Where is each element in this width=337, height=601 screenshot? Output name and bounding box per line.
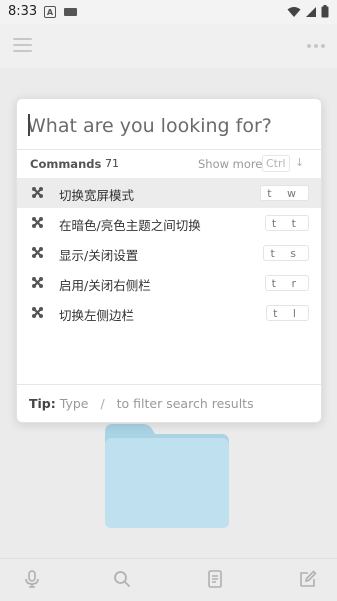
microphone-icon[interactable]: [22, 569, 42, 589]
command-label: 在暗色/亮色主题之间切换: [59, 218, 201, 233]
more-dots-icon[interactable]: [307, 44, 325, 48]
keyboard-icon: [64, 8, 77, 16]
command-label: 启用/关闭右侧栏: [59, 278, 151, 293]
command-shortcut: t r: [264, 275, 309, 291]
command-key-icon: [32, 217, 43, 228]
wifi-icon: [287, 6, 301, 17]
hamburger-icon[interactable]: [13, 38, 32, 52]
tip-after: to filter search results: [116, 396, 254, 411]
command-item[interactable]: 启用/关闭右侧栏 t r: [17, 268, 321, 298]
ctrl-key: Ctrl: [262, 155, 290, 172]
commands-title: Commands: [30, 157, 102, 171]
commands-list: 切换宽屏模式 t w 在暗色/亮色主题之间切换 t t 显示/关闭设置 t s: [17, 178, 321, 328]
command-shortcut: t s: [263, 245, 309, 261]
edit-icon[interactable]: [298, 569, 318, 589]
command-label: 显示/关闭设置: [59, 248, 139, 263]
command-item[interactable]: 显示/关闭设置 t s: [17, 238, 321, 268]
command-label: 切换左侧边栏: [59, 308, 135, 323]
command-item[interactable]: 在暗色/亮色主题之间切换 t t: [17, 208, 321, 238]
arrow-down-key: ↓: [295, 156, 305, 169]
tip-text: Tip: Type / to filter search results: [29, 396, 254, 411]
command-key-icon: [32, 307, 43, 318]
commands-count: 71: [105, 157, 119, 170]
status-bar: 8:33 A: [0, 0, 337, 24]
commands-header: Commands 71 Show more Ctrl ↓: [17, 150, 321, 178]
text-cursor: [28, 114, 30, 136]
command-item[interactable]: 切换左侧边栏 t l: [17, 298, 321, 328]
document-icon[interactable]: [205, 569, 225, 589]
signal-icon: [306, 6, 316, 17]
command-key-icon: [32, 277, 43, 288]
command-item[interactable]: 切换宽屏模式 t w: [17, 178, 321, 208]
tip-label: Tip:: [29, 396, 56, 411]
command-label: 切换宽屏模式: [59, 188, 135, 203]
status-time: 8:33: [8, 4, 38, 19]
battery-icon: [321, 5, 329, 18]
bottom-toolbar: [0, 558, 337, 601]
search-icon[interactable]: [112, 569, 132, 589]
show-more-link[interactable]: Show more: [198, 157, 262, 171]
tip-before: Type: [59, 396, 89, 411]
app-header: [0, 24, 337, 68]
command-shortcut: t w: [260, 185, 309, 201]
command-key-icon: [32, 247, 43, 258]
search-input[interactable]: [27, 111, 312, 141]
command-shortcut: t l: [266, 305, 309, 321]
folder-illustration: [105, 424, 229, 528]
divider: [17, 384, 321, 385]
a-letter-icon: A: [44, 6, 56, 18]
command-key-icon: [32, 187, 43, 198]
status-icons: [287, 5, 329, 18]
tip-slash: /: [100, 396, 105, 411]
command-shortcut: t t: [264, 215, 309, 231]
command-palette: Commands 71 Show more Ctrl ↓ 切换宽屏模式 t w …: [16, 98, 322, 423]
